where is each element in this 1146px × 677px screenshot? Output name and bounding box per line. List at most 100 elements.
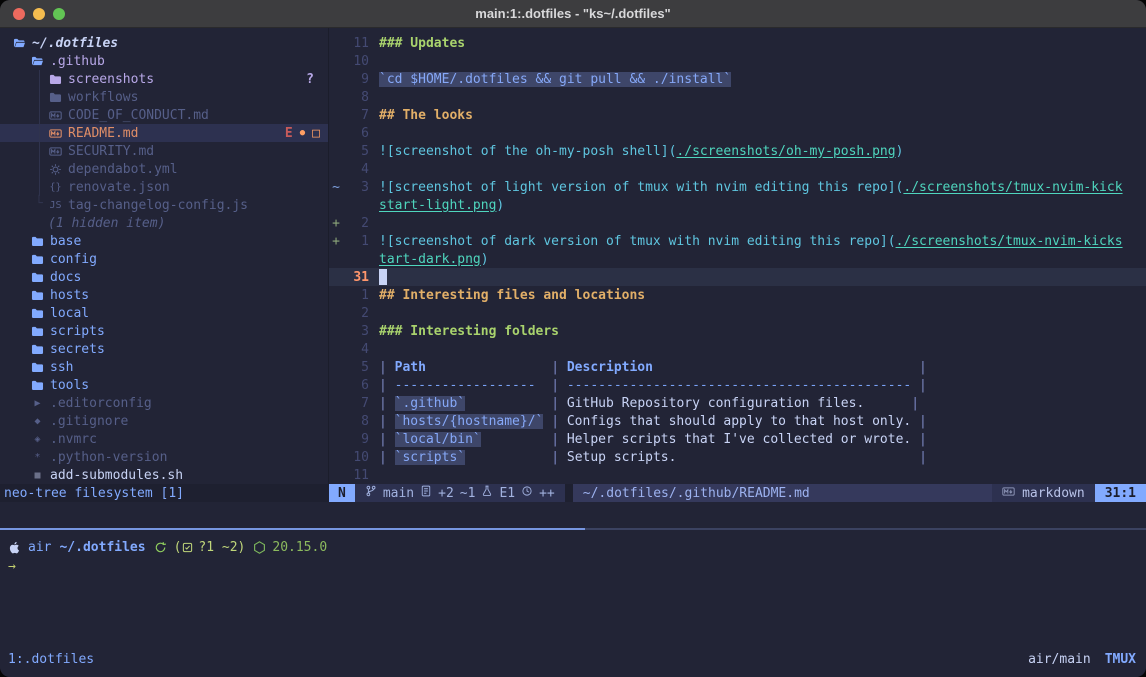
- shell-prompt: air ~/.dotfiles (?1 ~2) 20.15.0: [8, 538, 1146, 557]
- file-md-icon: [48, 126, 63, 141]
- editor-line[interactable]: 11### Updates: [329, 34, 1146, 52]
- node-icon: [253, 541, 266, 554]
- tree-item-dependabot-yml[interactable]: dependabot.yml: [0, 160, 328, 178]
- editor-line[interactable]: 10: [329, 52, 1146, 70]
- editor-line[interactable]: 11: [329, 466, 1146, 484]
- git-modified: ~1: [460, 486, 476, 501]
- tree-item-docs[interactable]: docs: [0, 268, 328, 286]
- editor-line[interactable]: 7| `.github` | GitHub Repository configu…: [329, 394, 1146, 412]
- filetype-label: markdown: [1022, 486, 1085, 501]
- editor-line[interactable]: 8: [329, 88, 1146, 106]
- editor-line[interactable]: 2: [329, 304, 1146, 322]
- editor-line[interactable]: 4: [329, 160, 1146, 178]
- editor-line[interactable]: 5| Path | Description |: [329, 358, 1146, 376]
- line-text: `cd $HOME/.dotfiles && git pull && ./ins…: [369, 72, 731, 87]
- minimize-button[interactable]: [33, 8, 45, 20]
- line-number: 11: [343, 468, 369, 483]
- file-diff-icon: [420, 485, 432, 501]
- editor-line[interactable]: 3### Interesting folders: [329, 322, 1146, 340]
- editor-line[interactable]: 1## Interesting files and locations: [329, 286, 1146, 304]
- line-number: 11: [343, 36, 369, 51]
- editor-line[interactable]: ~3![screenshot of light version of tmux …: [329, 178, 1146, 196]
- folder-icon: [30, 252, 45, 267]
- editor-line[interactable]: 7## The looks: [329, 106, 1146, 124]
- tree-item-add-submodules-sh[interactable]: ■add-submodules.sh: [0, 466, 328, 484]
- tree-item-label: secrets: [50, 342, 105, 357]
- status-row: neo-tree filesystem [1] N main +2 ~1 E1 …: [0, 484, 1146, 502]
- tree-item--1-hidden-item-[interactable]: (1 hidden item): [0, 214, 328, 232]
- tree-item-local[interactable]: local: [0, 304, 328, 322]
- tree-item-screenshots[interactable]: screenshots?: [0, 70, 328, 88]
- cmdline: [0, 502, 1146, 528]
- tree-item-label: (1 hidden item): [48, 216, 165, 231]
- line-number: 10: [343, 450, 369, 465]
- zoom-button[interactable]: [53, 8, 65, 20]
- tree-item-label: scripts: [50, 324, 105, 339]
- text-cursor: [379, 269, 387, 285]
- line-text: ![screenshot of light version of tmux wi…: [369, 180, 1123, 195]
- tree-item-base[interactable]: base: [0, 232, 328, 250]
- tree-item-label: dependabot.yml: [68, 162, 178, 177]
- tree-item--gitignore[interactable]: ◆.gitignore: [0, 412, 328, 430]
- folder-icon: [30, 234, 45, 249]
- tree-item-hosts[interactable]: hosts: [0, 286, 328, 304]
- line-text: ### Updates: [369, 36, 465, 51]
- line-number: 4: [343, 162, 369, 177]
- line-number: 31: [343, 270, 369, 285]
- tree-item-security-md[interactable]: SECURITY.md: [0, 142, 328, 160]
- editor-line[interactable]: 6: [329, 124, 1146, 142]
- line-number: 9: [343, 72, 369, 87]
- prompt-arrow: →: [8, 559, 16, 574]
- tree-item-label: CODE_OF_CONDUCT.md: [68, 108, 209, 123]
- editor-line[interactable]: start-light.png): [329, 196, 1146, 214]
- editor-line[interactable]: +2: [329, 214, 1146, 232]
- tree-item-label: .github: [50, 54, 105, 69]
- tmux-window-tab[interactable]: 1:.dotfiles: [8, 652, 94, 667]
- editor-line[interactable]: tart-dark.png): [329, 250, 1146, 268]
- tree-item-tools[interactable]: tools: [0, 376, 328, 394]
- editor-line[interactable]: 8| `hosts/{hostname}/` | Configs that sh…: [329, 412, 1146, 430]
- editor-buffer[interactable]: 11### Updates109`cd $HOME/.dotfiles && g…: [329, 28, 1146, 484]
- folder-icon: [30, 360, 45, 375]
- editor-line[interactable]: 6| ------------------ | ----------------…: [329, 376, 1146, 394]
- line-text: ## Interesting files and locations: [369, 288, 645, 303]
- tree-item-code-of-conduct-md[interactable]: CODE_OF_CONDUCT.md: [0, 106, 328, 124]
- tree-item-label: SECURITY.md: [68, 144, 154, 159]
- tree-item-tag-changelog-config-js[interactable]: JStag-changelog-config.js: [0, 196, 328, 214]
- tree-item-workflows[interactable]: workflows: [0, 88, 328, 106]
- editor-line[interactable]: 4: [329, 340, 1146, 358]
- hex-icon: ◈: [30, 432, 45, 447]
- editor-line[interactable]: +1![screenshot of dark version of tmux w…: [329, 232, 1146, 250]
- editor-line[interactable]: 10| `scripts` | Setup scripts. |: [329, 448, 1146, 466]
- prompt-cwd: ~/.dotfiles: [59, 540, 145, 555]
- tree-item-ssh[interactable]: ssh: [0, 358, 328, 376]
- tree-item--python-version[interactable]: *.python-version: [0, 448, 328, 466]
- tree-item--dotfiles[interactable]: ~/.dotfiles: [0, 34, 328, 52]
- tree-item-config[interactable]: config: [0, 250, 328, 268]
- tree-item-renovate-json[interactable]: {}renovate.json: [0, 178, 328, 196]
- git-status-segment: main +2 ~1 E1 ++: [355, 484, 565, 502]
- folder-icon: [30, 288, 45, 303]
- tree-item-label: renovate.json: [68, 180, 170, 195]
- tree-item-scripts[interactable]: scripts: [0, 322, 328, 340]
- line-number: 8: [343, 90, 369, 105]
- editor-line[interactable]: 9| `local/bin` | Helper scripts that I'v…: [329, 430, 1146, 448]
- line-text: tart-dark.png): [369, 252, 489, 267]
- tree-item--github[interactable]: .github: [0, 52, 328, 70]
- tree-item-secrets[interactable]: secrets: [0, 340, 328, 358]
- editor-line[interactable]: 9`cd $HOME/.dotfiles && git pull && ./in…: [329, 70, 1146, 88]
- git-status-text: (?1 ~2): [174, 540, 246, 555]
- shell-pane[interactable]: air ~/.dotfiles (?1 ~2) 20.15.0 →: [0, 530, 1146, 647]
- tree-item-label: .editorconfig: [50, 396, 152, 411]
- markdown-icon: [1002, 485, 1015, 502]
- tree-item--editorconfig[interactable]: ▶.editorconfig: [0, 394, 328, 412]
- close-button[interactable]: [13, 8, 25, 20]
- editor-line[interactable]: 5![screenshot of the oh-my-posh shell](.…: [329, 142, 1146, 160]
- file-tree[interactable]: ~/.dotfiles .githubscreenshots?workflows C…: [0, 28, 329, 484]
- tree-item--nvmrc[interactable]: ◈.nvmrc: [0, 430, 328, 448]
- tree-item-readme-md[interactable]: README.mdE●□: [0, 124, 328, 142]
- folder-icon: [30, 270, 45, 285]
- folder-open-icon: [12, 36, 27, 51]
- editor-line[interactable]: 31: [329, 268, 1146, 286]
- git-added: +2: [438, 486, 454, 501]
